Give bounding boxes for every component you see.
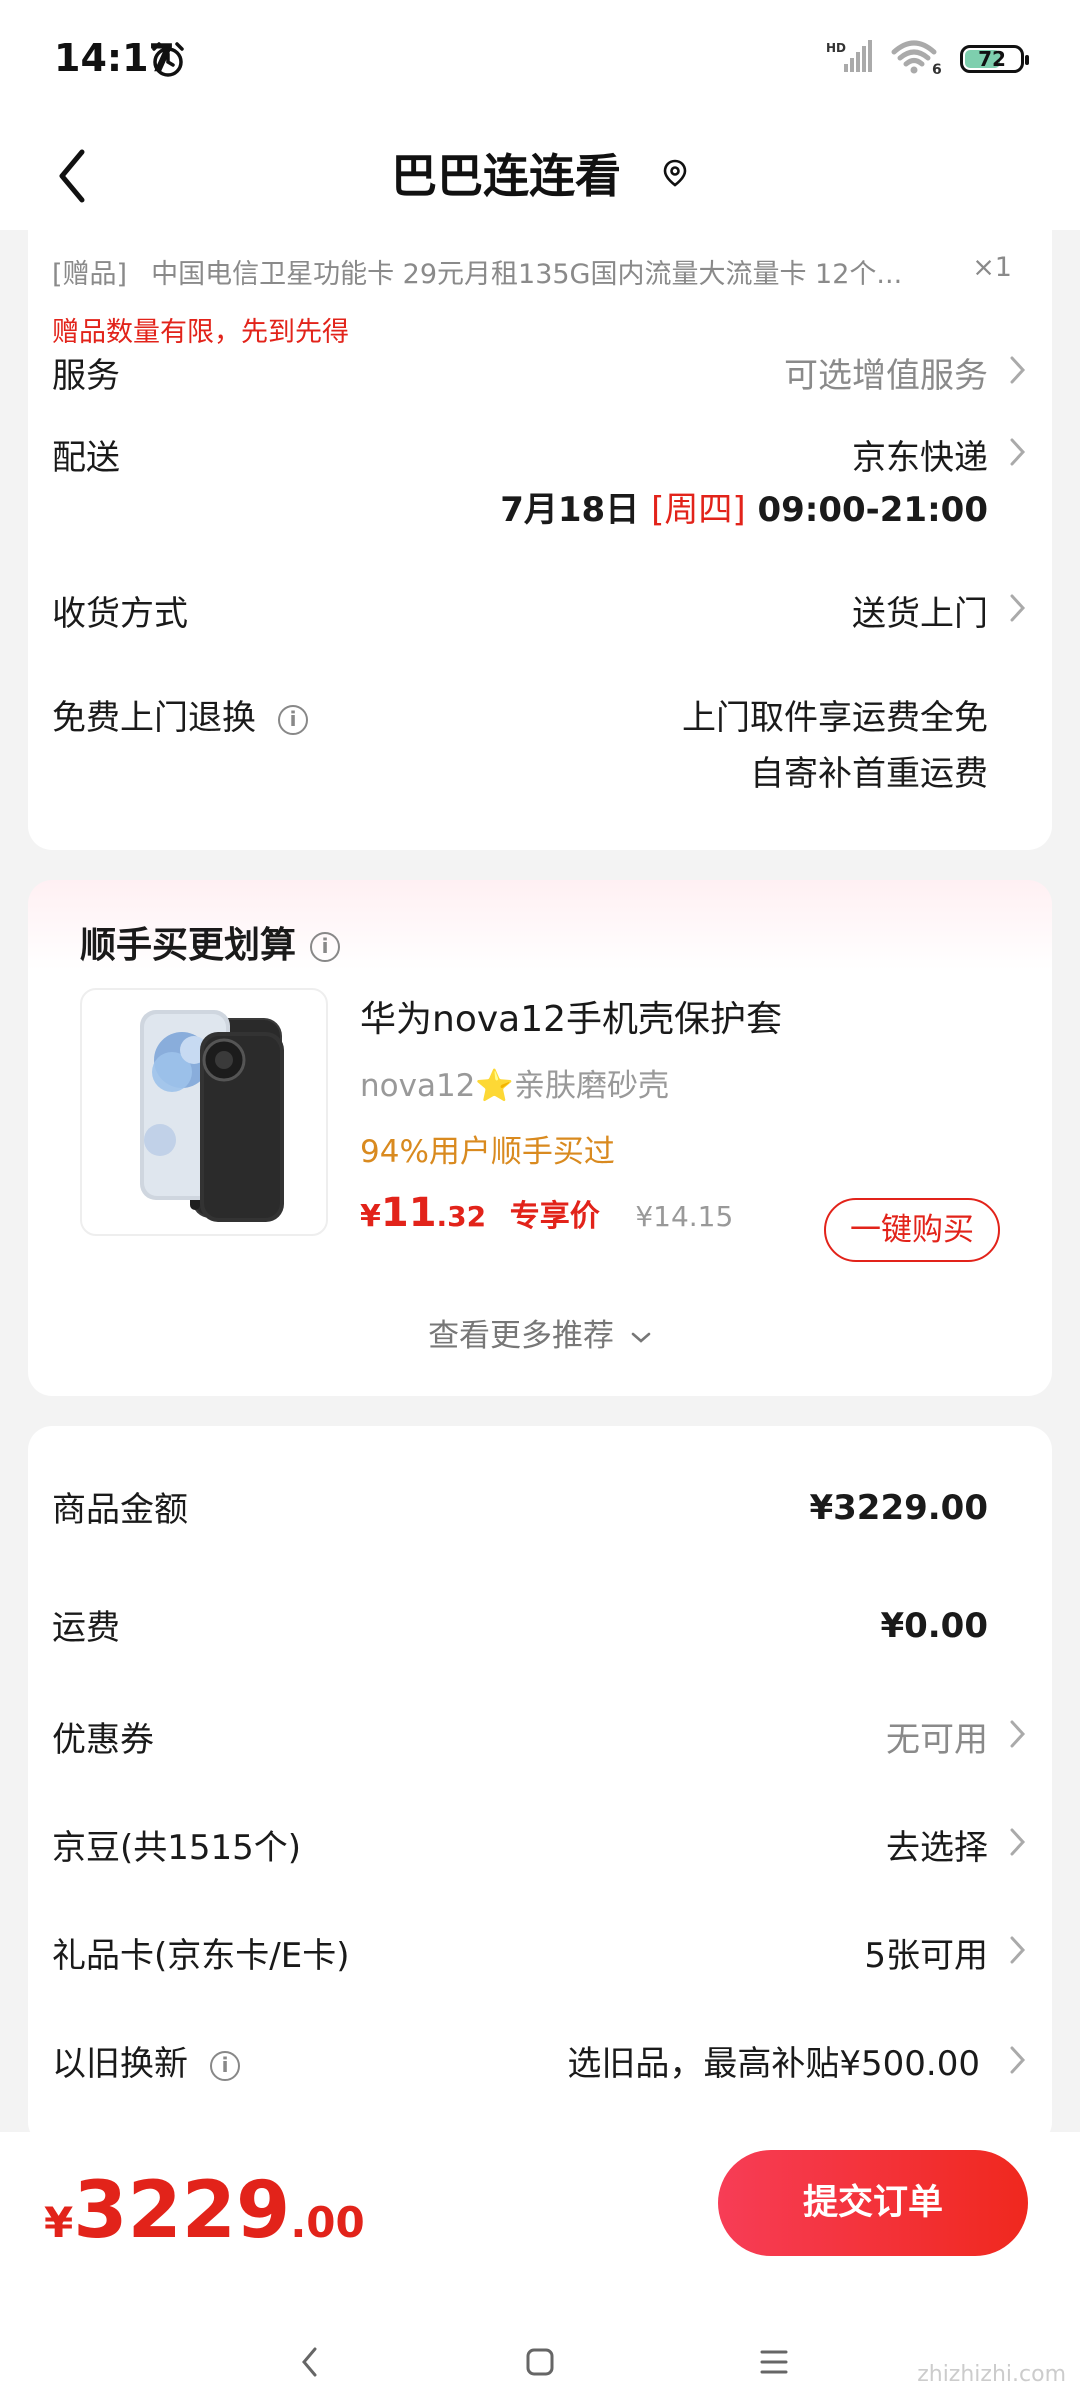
gift-qty: ×1 — [972, 252, 1012, 283]
product-tip: 94%用户顺手买过 — [360, 1134, 615, 1170]
service-value[interactable]: 可选增值服务 — [784, 348, 988, 397]
recommend-card: 顺手买更划算 i 华为nova12手机壳保护套 nova12⭐亲肤磨砂壳 94%… — [28, 880, 1052, 1396]
info-icon[interactable]: i — [278, 704, 308, 735]
free-return-line2: 自寄补首重运费 — [750, 754, 988, 794]
giftcard-value[interactable]: 5张可用 — [864, 1928, 988, 1977]
original-price: ¥14.15 — [635, 1200, 734, 1233]
checkout-bar: ¥3229.00 提交订单 zhizhizhi.com — [0, 2132, 1080, 2400]
jingdou-value[interactable]: 去选择 — [886, 1820, 988, 1869]
total-integer: 3229 — [73, 2166, 291, 2256]
delivery-time-range: 09:00-21:00 — [757, 490, 988, 530]
battery-level: 72 — [978, 47, 1006, 71]
total-price: ¥3229.00 — [44, 2166, 365, 2256]
page-title: 巴巴连连看 — [390, 149, 621, 203]
chevron-right-icon — [1010, 1720, 1026, 1748]
product-subtitle: nova12⭐亲肤磨砂壳 — [360, 1068, 670, 1104]
info-icon[interactable]: i — [210, 2050, 240, 2081]
system-menu-button[interactable] — [744, 2332, 804, 2392]
product-price: ¥11.32 专享价 ¥14.15 — [360, 1190, 733, 1236]
giftcard-label: 礼品卡(京东卡/E卡) — [52, 1936, 350, 1976]
total-decimal: .00 — [290, 2198, 365, 2247]
coupon-value[interactable]: 无可用 — [886, 1712, 988, 1761]
goods-amount-value: ¥3229.00 — [809, 1488, 988, 1528]
more-recommend-button[interactable]: 查看更多推荐 — [28, 1310, 1052, 1355]
gift-line: [赠品] 中国电信卫星功能卡 29元月租135G国内流量大流量卡 12个... ×… — [52, 252, 1012, 291]
svg-text:6: 6 — [932, 62, 942, 76]
price-currency: ¥ — [360, 1199, 381, 1234]
submit-order-button[interactable]: 提交订单 — [718, 2150, 1028, 2256]
system-back-button[interactable] — [280, 2332, 340, 2392]
price-integer: 11 — [380, 1190, 437, 1236]
one-click-buy-button[interactable]: 一键购买 — [824, 1198, 1000, 1262]
jingdou-label: 京豆(共1515个) — [52, 1828, 302, 1868]
price-tag: 专享价 — [509, 1199, 600, 1234]
free-return-text: 免费上门退换 — [52, 698, 256, 738]
delivery-weekday: [周四] — [651, 490, 746, 530]
service-label: 服务 — [52, 356, 120, 396]
nav-bar: 巴巴连连看 — [0, 120, 1080, 230]
product-name[interactable]: 华为nova12手机壳保护套 — [360, 990, 782, 1042]
gift-tag: [赠品] — [52, 259, 128, 290]
more-recommend-label: 查看更多推荐 — [428, 1318, 615, 1354]
chevron-right-icon — [1010, 2046, 1026, 2074]
tradein-label: 以旧换新 i — [52, 2036, 240, 2085]
receive-value[interactable]: 送货上门 — [852, 586, 988, 635]
svg-text:HD: HD — [826, 41, 846, 55]
watermark: zhizhizhi.com — [917, 2362, 1066, 2387]
chevron-right-icon — [1010, 1936, 1026, 1964]
chevron-right-icon — [1010, 594, 1026, 622]
chevron-right-icon — [1010, 1828, 1026, 1856]
gift-warning: 赠品数量有限，先到先得 — [52, 317, 349, 348]
receive-label: 收货方式 — [52, 594, 188, 634]
delivery-date: 7月18日 — [500, 490, 640, 530]
tradein-text: 以旧换新 — [52, 2044, 188, 2084]
free-return-line1: 上门取件享运费全免 — [682, 698, 988, 738]
wifi-icon: 6 — [890, 38, 942, 80]
phone-case-image — [140, 1010, 284, 1222]
coupon-label: 优惠券 — [52, 1720, 154, 1760]
signal-icon: HD — [826, 40, 872, 78]
alarm-icon — [152, 42, 184, 77]
goods-amount-label: 商品金额 — [52, 1490, 188, 1530]
chevron-right-icon — [1010, 356, 1026, 384]
chevron-left-icon — [302, 2347, 317, 2377]
chevron-down-icon — [631, 1332, 651, 1343]
product-image[interactable] — [80, 988, 328, 1236]
chevron-right-icon — [1010, 438, 1026, 466]
gift-text: 中国电信卫星功能卡 29元月租135G国内流量大流量卡 12个... — [151, 259, 903, 290]
delivery-time[interactable]: 7月18日 [周四] 09:00-21:00 — [500, 482, 988, 531]
delivery-label: 配送 — [52, 438, 120, 478]
recommend-title-text: 顺手买更划算 — [80, 925, 297, 966]
square-icon — [526, 2348, 554, 2376]
total-currency: ¥ — [44, 2198, 74, 2247]
free-return-label: 免费上门退换 i — [52, 690, 308, 739]
system-home-button[interactable] — [510, 2332, 570, 2392]
menu-icon — [760, 2350, 788, 2374]
battery-icon: 72 — [960, 45, 1029, 73]
freight-label: 运费 — [52, 1608, 120, 1648]
address-title[interactable]: 巴巴连连看 — [0, 140, 1080, 206]
freight-value: ¥0.00 — [880, 1606, 988, 1646]
tradein-value[interactable]: 选旧品，最高补贴¥500.00 — [567, 2036, 980, 2085]
location-pin-icon — [663, 159, 687, 187]
info-icon[interactable]: i — [310, 932, 341, 962]
status-bar: 14:17 HD 6 72 — [0, 0, 1080, 120]
delivery-value[interactable]: 京东快递 — [852, 430, 988, 479]
recommend-title: 顺手买更划算 i — [80, 916, 341, 968]
price-decimal: .32 — [436, 1200, 487, 1233]
